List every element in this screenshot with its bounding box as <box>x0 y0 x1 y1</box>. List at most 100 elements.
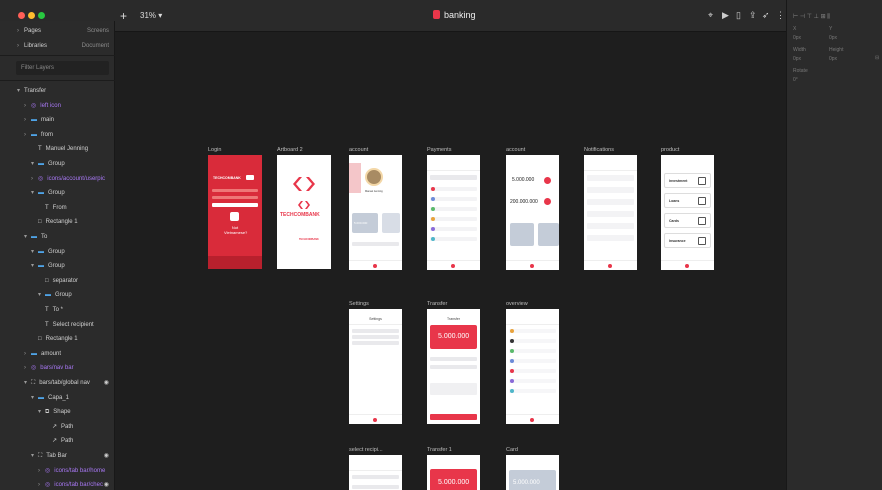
disclosure-chevron-icon[interactable]: › <box>24 347 30 361</box>
disclosure-chevron-icon[interactable]: › <box>38 478 44 490</box>
artboard-title-login[interactable]: Login <box>208 147 221 153</box>
artboard-title-overview[interactable]: overview <box>506 301 528 307</box>
disclosure-chevron-icon[interactable]: ▾ <box>31 186 37 200</box>
account-card[interactable]: 5.000.000 <box>352 213 378 233</box>
layer-row[interactable]: ▾ ▬ Group <box>0 186 115 200</box>
overview-item[interactable] <box>509 349 556 353</box>
artboard-title-card[interactable]: Card <box>506 447 518 453</box>
width-input[interactable]: 0px <box>793 56 801 62</box>
layer-row[interactable]: › ◎ bars/nav bar <box>0 361 115 375</box>
payment-item[interactable] <box>430 217 477 221</box>
payment-item[interactable] <box>430 207 477 211</box>
notification-item[interactable] <box>587 211 634 217</box>
layer-row[interactable]: T Select recipient <box>0 318 115 332</box>
layer-row[interactable]: □ separator <box>0 274 115 288</box>
layer-row[interactable]: ▾ ⛶ bars/tab/global nav ◉ <box>0 376 115 390</box>
artboard-payments[interactable] <box>427 155 480 270</box>
disclosure-chevron-icon[interactable]: ▾ <box>17 84 23 98</box>
disclosure-chevron-icon[interactable]: ▾ <box>38 405 44 419</box>
notification-item[interactable] <box>587 223 634 229</box>
login-field[interactable] <box>212 196 258 199</box>
layer-row[interactable]: › ◎ icons/tab bar/home <box>0 464 115 478</box>
disclosure-chevron-icon[interactable]: ▾ <box>31 245 37 259</box>
zoom-dropdown[interactable]: 31% ▾ <box>140 11 162 20</box>
x-input[interactable]: 0px <box>793 35 801 41</box>
disclosure-chevron-icon[interactable]: ▾ <box>31 449 37 463</box>
artboard-title-transfer[interactable]: Transfer <box>427 301 447 307</box>
artboard-notifications[interactable] <box>584 155 637 270</box>
mirror-device-icon[interactable]: ▯ <box>736 10 741 21</box>
fingerprint-icon[interactable] <box>230 212 239 221</box>
product-item[interactable]: Cards <box>664 213 711 228</box>
notification-item[interactable] <box>587 199 634 205</box>
list-item[interactable] <box>352 329 399 333</box>
layer-row[interactable]: ↗ Path <box>0 420 115 434</box>
play-icon[interactable]: ▶ <box>722 10 729 21</box>
rotate-input[interactable]: 0° <box>793 77 798 83</box>
artboard-account[interactable]: Manuel Jenning 5.000.000 <box>349 155 402 270</box>
layer-row[interactable]: › ▬ main <box>0 113 115 127</box>
layer-row[interactable]: › ▬ amount <box>0 347 115 361</box>
from-field[interactable] <box>430 357 477 361</box>
maximize-window-button[interactable] <box>38 12 45 19</box>
artboard-select-recipient[interactable] <box>349 455 402 490</box>
recipient-card[interactable] <box>430 383 477 395</box>
payment-item[interactable] <box>430 237 477 241</box>
disclosure-chevron-icon[interactable]: › <box>24 113 30 127</box>
artboard-overview[interactable] <box>506 309 559 424</box>
login-button[interactable] <box>212 203 258 207</box>
height-input[interactable]: 0px <box>829 56 837 62</box>
disclosure-chevron-icon[interactable]: › <box>24 128 30 142</box>
payment-item[interactable] <box>430 197 477 201</box>
tab-active-icon[interactable] <box>685 264 689 268</box>
artboard-transfer-1[interactable]: 5.000.000 <box>427 455 480 490</box>
layer-row[interactable]: □ Rectangle 1 <box>0 332 115 346</box>
search-bar[interactable] <box>352 475 399 479</box>
layer-row[interactable]: □ Rectangle 1 <box>0 215 115 229</box>
transfer-amount-card[interactable]: 5.000.000 <box>430 325 477 349</box>
artboard-account-2[interactable]: 5.000.000 200.000.000 <box>506 155 559 270</box>
overview-item[interactable] <box>509 369 556 373</box>
artboard-artboard-2[interactable]: TECHCOMBANK TECHCOMBANK <box>277 155 331 269</box>
account-card[interactable] <box>510 223 534 246</box>
lock-ratio-icon[interactable]: ⊟ <box>875 55 879 61</box>
product-item[interactable]: Investment <box>664 173 711 188</box>
tab-active-icon[interactable] <box>530 264 534 268</box>
layer-row[interactable]: ▾ ⛶ Tab Bar ◉ <box>0 449 115 463</box>
minimize-window-button[interactable] <box>28 12 35 19</box>
canvas[interactable]: Login TECHCOMBANK Not Vietnamese? Artboa… <box>116 32 786 490</box>
artboard-title-transfer1[interactable]: Transfer 1 <box>427 447 452 453</box>
disclosure-chevron-icon[interactable]: ▾ <box>38 288 44 302</box>
product-item[interactable]: Insurance <box>664 233 711 248</box>
to-field[interactable] <box>430 365 477 369</box>
layer-row[interactable]: ▾ Transfer <box>0 84 115 98</box>
y-input[interactable]: 0px <box>829 35 837 41</box>
transfer-amount-card[interactable]: 5.000.000 <box>430 469 477 490</box>
pages-row[interactable]: › Pages Screens <box>0 24 115 38</box>
payment-item[interactable] <box>430 227 477 231</box>
list-item[interactable] <box>352 341 399 345</box>
notification-item[interactable] <box>587 175 634 181</box>
disclosure-chevron-icon[interactable]: ▾ <box>31 391 37 405</box>
artboard-title-notifications[interactable]: Notifications <box>584 147 614 153</box>
overview-item[interactable] <box>509 329 556 333</box>
tab-active-icon[interactable] <box>373 264 377 268</box>
list-item[interactable] <box>352 335 399 339</box>
layer-row[interactable]: › ◎ icons/tab bar/chec ◉ <box>0 478 115 490</box>
overview-item[interactable] <box>509 339 556 343</box>
layer-row[interactable]: › ◎ icons/account/userpic <box>0 172 115 186</box>
layer-row[interactable]: T To * <box>0 303 115 317</box>
login-cta[interactable]: Not Vietnamese? <box>224 225 247 235</box>
search-bar[interactable] <box>430 175 477 180</box>
artboard-title-artboard2[interactable]: Artboard 2 <box>277 147 303 153</box>
tab-active-icon[interactable] <box>530 418 534 422</box>
align-tools[interactable]: ⊢ ⊣ ⊤ ⊥ ⊞ ⫼ <box>793 13 830 21</box>
insert-button[interactable]: + <box>120 9 127 23</box>
disclosure-chevron-icon[interactable]: ▾ <box>31 157 37 171</box>
notification-item[interactable] <box>587 235 634 241</box>
layer-row[interactable]: ▾ ⧉ Shape <box>0 405 115 419</box>
artboard-settings[interactable]: Settings <box>349 309 402 424</box>
disclosure-chevron-icon[interactable]: ▾ <box>24 376 30 390</box>
artboard-title-account2[interactable]: account <box>506 147 525 153</box>
share-icon[interactable]: ⇪ <box>749 10 757 21</box>
